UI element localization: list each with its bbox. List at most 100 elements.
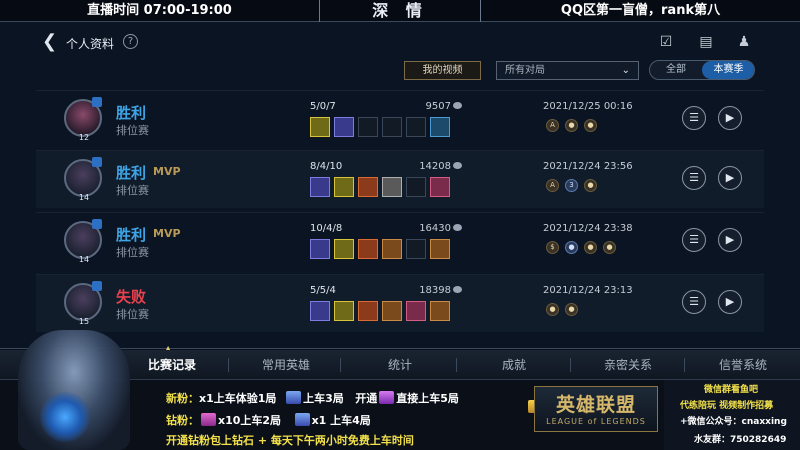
promo-text: 直接上车5局 xyxy=(396,392,459,405)
match-detail-button[interactable]: ☰ xyxy=(682,228,706,252)
task-icon[interactable]: ☑ xyxy=(658,34,674,50)
medal-icon: ● xyxy=(565,303,578,316)
match-mode: 排位赛 xyxy=(116,124,149,137)
item-icon xyxy=(310,117,330,137)
kda: 10/4/8 xyxy=(310,223,343,234)
stream-promo-overlay: 新粉： x1上车体验1局 上车3局 开通 直接上车5局 钻粉： x10上车2局 x1 … xyxy=(10,380,543,450)
match-date: 2021/12/25 00:16 xyxy=(543,101,633,112)
kda: 5/5/4 xyxy=(310,285,336,296)
trinket-icon xyxy=(430,117,450,137)
logo-title-cn: 英雄联盟 xyxy=(555,394,636,416)
match-mode: 排位赛 xyxy=(116,184,149,197)
gold-amount: 16430 xyxy=(419,223,451,234)
my-videos-button[interactable]: 我的视频 xyxy=(404,61,481,80)
chat-icon[interactable]: ▤ xyxy=(698,34,714,50)
item-icon xyxy=(382,239,402,259)
friends-icon[interactable]: ♟ xyxy=(736,34,752,50)
promo-label: 新粉： xyxy=(166,392,199,405)
hero-level: 14 xyxy=(78,193,90,202)
empty-item-slot xyxy=(358,117,378,137)
gold-amount: 18398 xyxy=(419,285,451,296)
gold-amount: 14208 xyxy=(419,161,451,172)
match-date: 2021/12/24 23:56 xyxy=(543,161,633,172)
promo-text: x1 上车4局 xyxy=(311,414,371,427)
replay-button[interactable]: ▶ xyxy=(718,290,742,314)
banner-schedule: 直播时间 07:00-19:00 xyxy=(0,0,320,22)
stream-contact-info: 微信群看鱼吧 代练陪玩 视频制作招募 +微信公众号：cnaxxing 水友群：7… xyxy=(664,380,800,450)
page-title: 个人资料 xyxy=(66,37,115,51)
item-icon xyxy=(334,117,354,137)
promo-text: x10上车2局 xyxy=(218,414,282,427)
match-row[interactable]: 14 胜利 MVP 排位赛 10/4/8 16430 2021/12/24 23… xyxy=(36,212,764,270)
medal-icon: ● xyxy=(603,241,616,254)
game-logo: 英雄联盟 LEAGUE of LEGENDS xyxy=(534,386,658,432)
tab-relationships[interactable]: 亲密关系 xyxy=(586,350,670,380)
gift-icon xyxy=(286,391,302,404)
empty-item-slot xyxy=(406,117,426,137)
empty-item-slot xyxy=(406,239,426,259)
gift-icon xyxy=(201,413,216,426)
gold-icon xyxy=(453,224,462,231)
logo-title-en: LEAGUE of LEGENDS xyxy=(546,417,646,426)
replay-button[interactable]: ▶ xyxy=(718,166,742,190)
toggle-current-season[interactable]: 本赛季 xyxy=(702,61,754,79)
item-icon xyxy=(310,177,330,197)
match-detail-button[interactable]: ☰ xyxy=(682,166,706,190)
item-icon xyxy=(382,177,402,197)
medal-icon: 3 xyxy=(565,179,578,192)
back-arrow-icon[interactable]: ❮ xyxy=(42,33,58,51)
gold-icon xyxy=(453,286,462,293)
rank-badge-icon xyxy=(92,281,102,291)
replay-button[interactable]: ▶ xyxy=(718,106,742,130)
kda: 8/4/10 xyxy=(310,161,343,172)
gift-icon xyxy=(379,391,395,404)
season-toggle[interactable]: 全部 本赛季 xyxy=(649,60,755,80)
mvp-badge: MVP xyxy=(153,165,181,178)
banner-rank-note: QQ区第一盲僧，rank第八 xyxy=(480,0,800,22)
tab-divider xyxy=(340,358,341,372)
tab-achievements[interactable]: 成就 xyxy=(472,350,556,380)
match-mode: 排位赛 xyxy=(116,246,149,259)
tab-common-heroes[interactable]: 常用英雄 xyxy=(244,350,328,380)
promo-line-diamond-fans: 钻粉： x10上车2局 x1 上车4局 xyxy=(166,412,371,428)
tab-divider xyxy=(684,358,685,372)
item-icon xyxy=(310,239,330,259)
promo-text: 上车3局 xyxy=(303,392,344,405)
match-row[interactable]: 15 失败 排位赛 5/5/4 18398 2021/12/24 23:13 ●… xyxy=(36,274,764,332)
promo-line-new-fans: 新粉： x1上车体验1局 上车3局 开通 直接上车5局 xyxy=(166,390,543,413)
item-icon xyxy=(310,301,330,321)
mvp-badge: MVP xyxy=(153,227,181,240)
match-type-value: 所有对局 xyxy=(505,65,545,76)
match-result: 胜利 xyxy=(116,104,147,122)
stream-banner: 直播时间 07:00-19:00 深 情 QQ区第一盲僧，rank第八 xyxy=(0,0,800,22)
medal-icon: A xyxy=(546,179,559,192)
tab-stats[interactable]: 统计 xyxy=(358,350,442,380)
tab-match-history[interactable]: 比赛记录 xyxy=(130,350,214,380)
match-detail-button[interactable]: ☰ xyxy=(682,290,706,314)
match-row[interactable]: 12 胜利 排位赛 5/0/7 9507 2021/12/25 00:16 A … xyxy=(36,90,764,148)
replay-button[interactable]: ▶ xyxy=(718,228,742,252)
help-icon[interactable]: ? xyxy=(123,34,138,49)
match-result: 胜利 xyxy=(116,226,147,244)
match-detail-button[interactable]: ☰ xyxy=(682,106,706,130)
trinket-icon xyxy=(430,239,450,259)
toggle-all[interactable]: 全部 xyxy=(650,61,702,79)
match-date: 2021/12/24 23:38 xyxy=(543,223,633,234)
rank-badge-icon xyxy=(92,219,102,229)
match-row[interactable]: 14 胜利 MVP 排位赛 8/4/10 14208 2021/12/24 23… xyxy=(36,150,764,208)
empty-item-slot xyxy=(406,177,426,197)
match-mode: 排位赛 xyxy=(116,308,149,321)
medal-icon: A xyxy=(546,119,559,132)
promo-label: 钻粉： xyxy=(166,414,199,427)
medal-icon: ● xyxy=(584,119,597,132)
empty-item-slot xyxy=(382,117,402,137)
chevron-down-icon: ⌄ xyxy=(621,65,630,76)
tab-credit-system[interactable]: 信誉系统 xyxy=(700,350,786,380)
match-type-select[interactable]: 所有对局 ⌄ xyxy=(496,61,639,80)
kda: 5/0/7 xyxy=(310,101,336,112)
tab-divider xyxy=(570,358,571,372)
contact-line: 微信群看鱼吧 xyxy=(704,385,759,395)
tab-divider xyxy=(228,358,229,372)
gold-icon xyxy=(453,102,462,109)
medal-icon: ● xyxy=(565,241,578,254)
